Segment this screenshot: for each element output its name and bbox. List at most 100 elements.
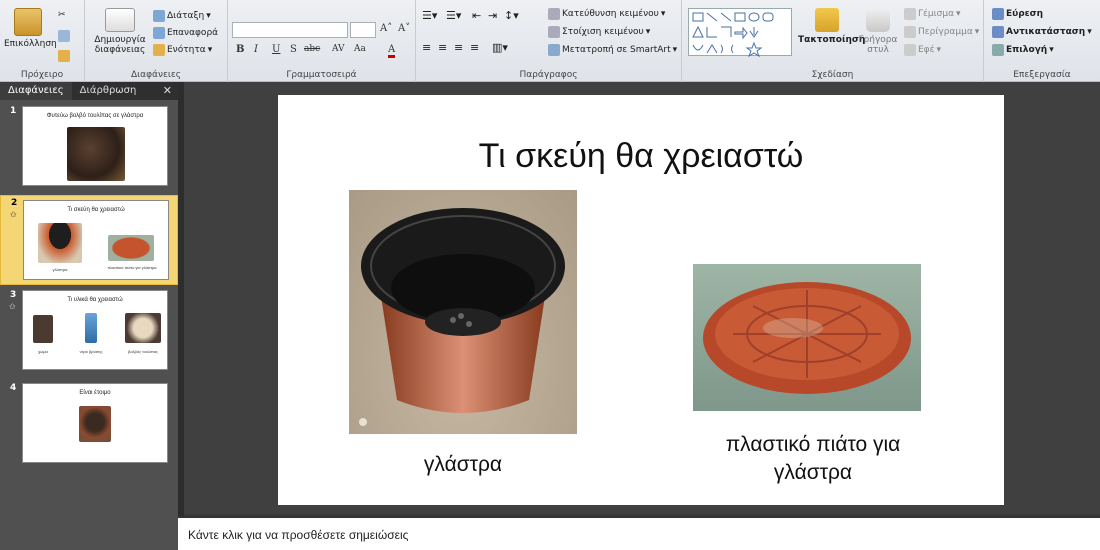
arrange-button[interactable]: Τακτοποίηση [798,8,865,45]
align-text-label: Στοίχιση κειμένου [562,26,644,37]
paragraph-group: ☰▾ ☰▾ ⇤ ⇥ ↕▾ ≡ ≡ ≡ ≡ ▥▾ Κατεύθυνση κειμέ… [416,0,682,82]
plate-image[interactable] [693,264,921,411]
slide-number: 4 [10,383,17,393]
select-label: Επιλογή [1006,44,1048,55]
slide-thumbnail-3[interactable]: 3 ✩ Τι υλικά θα χρειαστώ χώμα νερό βρύση… [0,288,178,376]
align-text-icon [548,26,560,38]
reset-label: Επαναφορά [167,27,219,38]
thumbnail-title: Φυτεύω βολβό τουλίπας σε γλάστρα [46,113,144,119]
thumbnail-image [108,235,154,261]
cut-icon[interactable]: ✂ [58,10,66,21]
line-spacing-icon[interactable]: ↕▾ [504,10,519,21]
thumbnail-image [125,313,161,343]
caption-pot[interactable]: γλάστρα [388,451,538,479]
thumbnail-caption: χώμα [38,349,48,354]
thumbnail-canvas: Τι σκεύη θα χρειαστώ γλάστρα πλαστικό πι… [23,200,169,280]
layout-button[interactable]: Διάταξη ▾ [153,10,211,22]
slide-canvas[interactable]: Τι σκεύη θα χρειαστώ γλάστρα πλαστικό πι… [278,95,1004,505]
reset-icon [153,27,165,39]
strikethrough-button[interactable]: abc [304,44,320,54]
align-center-icon[interactable]: ≡ [438,42,447,53]
pot-image[interactable] [349,190,577,434]
tab-outline[interactable]: Διάρθρωση [72,82,145,100]
replace-icon [992,26,1004,38]
shape-effects-button[interactable]: Εφέ ▾ [904,44,941,56]
bold-button[interactable]: B [236,44,244,55]
slides-group: Δημιουργία διαφάνειας Διάταξη ▾ Επαναφορ… [85,0,228,82]
clipboard-group: Επικόλληση ✂ Πρόχειρο [0,0,85,82]
tab-slides[interactable]: Διαφάνειες [0,82,72,100]
underline-button[interactable]: U [272,44,280,55]
shadow-button[interactable]: S [290,44,297,55]
thumbnail-canvas: Φυτεύω βολβό τουλίπας σε γλάστρα [22,106,168,186]
thumbnail-image [79,406,111,442]
layout-icon [153,10,165,22]
font-color-button[interactable]: A [388,44,396,58]
replace-label: Αντικατάσταση [1006,26,1086,37]
select-button[interactable]: Επιλογή ▾ [992,44,1054,56]
thumbnail-caption: βολβός τουλίπας [128,349,158,354]
text-direction-button[interactable]: Κατεύθυνση κειμένου ▾ [548,8,665,20]
align-text-button[interactable]: Στοίχιση κειμένου ▾ [548,26,650,38]
find-button[interactable]: Εύρεση [992,8,1043,20]
new-slide-label-2: διαφάνειας [94,45,146,55]
quick-styles-button[interactable]: Γρήγορα στυλ [858,8,898,55]
animation-star-icon: ✩ [9,302,16,311]
caption-plate-line1: πλαστικό πιάτο για [725,433,901,456]
char-spacing-button[interactable]: AV [332,44,345,54]
quick-styles-label-2: στυλ [867,45,889,55]
quick-styles-icon [866,8,890,32]
columns-icon[interactable]: ▥▾ [492,42,508,53]
shape-outline-button[interactable]: Περίγραμμα ▾ [904,26,979,38]
slide-title[interactable]: Τι σκεύη θα χρειαστώ [278,137,1004,176]
slide-thumbnail-4[interactable]: 4 Είναι έτοιμο [0,381,178,469]
thumbnail-image [85,313,97,343]
font-size-combo[interactable] [350,22,376,38]
slide-number: 2 [11,198,18,208]
change-case-button[interactable]: Aa [354,44,366,54]
notes-placeholder[interactable]: Κάντε κλικ για να προσθέσετε σημειώσεις [188,528,408,542]
bullets-icon[interactable]: ☰▾ [422,10,437,21]
new-slide-button[interactable]: Δημιουργία διαφάνειας [89,8,151,55]
slide-thumbnail-2[interactable]: 2 ✩ Τι σκεύη θα χρειαστώ γλάστρα πλαστικ… [0,195,178,285]
paste-button[interactable]: Επικόλληση [4,8,57,49]
reset-button[interactable]: Επαναφορά [153,27,218,39]
format-painter-icon[interactable] [58,50,70,62]
align-left-icon[interactable]: ≡ [422,42,431,53]
paste-label: Επικόλληση [4,39,57,49]
notes-pane[interactable]: Κάντε κλικ για να προσθέσετε σημειώσεις [178,516,1100,550]
shrink-font-button[interactable]: A˅ [398,23,410,34]
effects-label: Εφέ [918,44,935,55]
pot-drawing [359,208,565,426]
numbering-icon[interactable]: ☰▾ [446,10,461,21]
text-direction-label: Κατεύθυνση κειμένου [562,8,659,19]
smartart-button[interactable]: Μετατροπή σε SmartArt ▾ [548,44,677,56]
text-direction-icon [548,8,560,20]
replace-button[interactable]: Αντικατάσταση ▾ [992,26,1092,38]
increase-indent-icon[interactable]: ⇥ [488,10,497,21]
grow-font-button[interactable]: A˄ [380,23,392,34]
decrease-indent-icon[interactable]: ⇤ [472,10,481,21]
thumbnail-title: Τι υλικά θα χρειαστώ [67,297,123,303]
quick-styles-label-1: Γρήγορα [858,35,898,45]
fill-label: Γέμισμα [918,8,955,19]
pencil-icon [904,26,916,38]
close-icon[interactable]: ✕ [157,82,178,100]
binoculars-icon [992,8,1004,20]
slide-thumbnail-1[interactable]: 1 Φυτεύω βολβό τουλίπας σε γλάστρα [0,104,178,192]
shape-fill-button[interactable]: Γέμισμα ▾ [904,8,961,20]
caption-plate[interactable]: πλαστικό πιάτο για γλάστρα [698,431,928,487]
justify-icon[interactable]: ≡ [470,42,479,53]
section-button[interactable]: Ενότητα ▾ [153,44,212,56]
font-group: A˄ A˅ B I U S abc AV Aa A Γραμματοσειρά [228,0,416,82]
copy-icon[interactable] [58,30,70,42]
italic-button[interactable]: I [254,44,258,55]
align-right-icon[interactable]: ≡ [454,42,463,53]
font-name-combo[interactable] [232,22,348,38]
pane-splitter[interactable] [178,82,184,516]
shapes-gallery[interactable] [688,8,792,58]
drawing-group: Τακτοποίηση Γρήγορα στυλ Γέμισμα ▾ Περίγ… [682,0,984,82]
thumbnail-canvas: Είναι έτοιμο [22,383,168,463]
section-icon [153,44,165,56]
arrange-label: Τακτοποίηση [798,35,866,45]
